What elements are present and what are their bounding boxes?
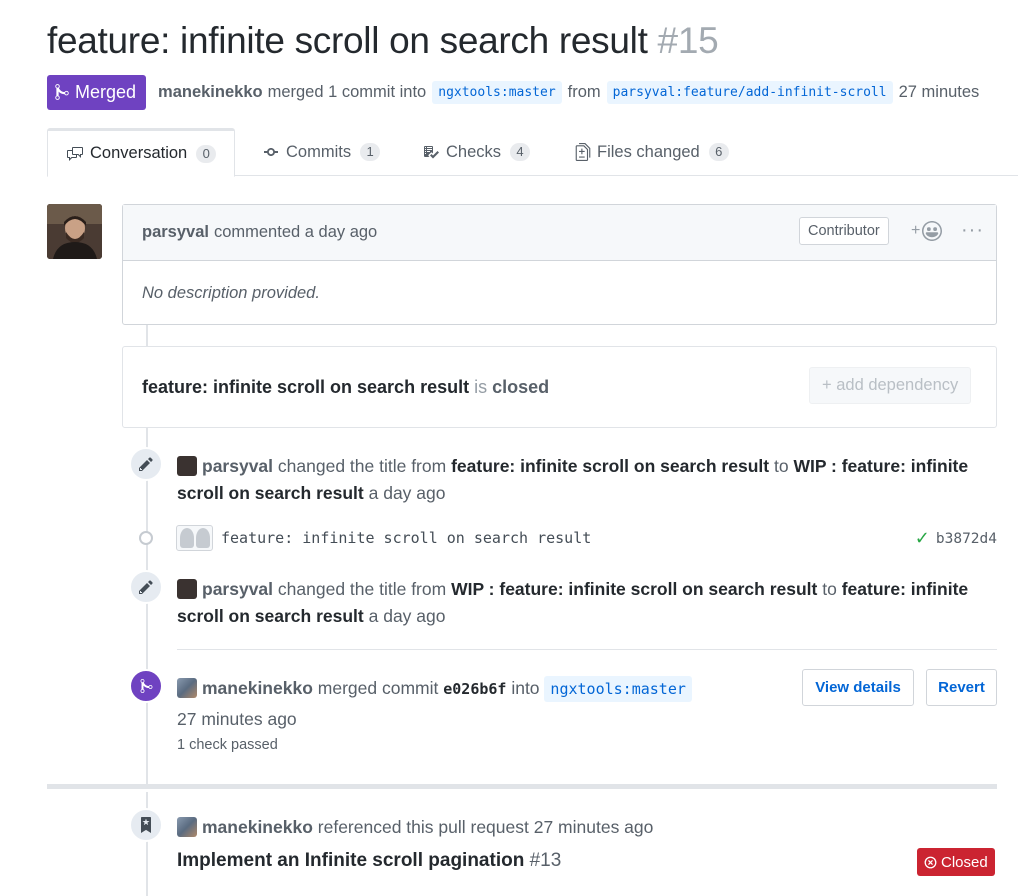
bookmark-icon — [141, 817, 151, 833]
bookmark-badge — [129, 808, 163, 842]
tab-files-count: 6 — [708, 143, 729, 161]
event-action: changed the title from — [277, 579, 447, 599]
event-user-link[interactable]: manekinekko — [202, 678, 313, 698]
merged-text: merged 1 commit into — [267, 82, 427, 101]
event-user-link[interactable]: parsyval — [202, 456, 273, 476]
commit-sha-link[interactable]: b3872d4 — [936, 531, 997, 547]
commit-row: feature: infinite scroll on search resul… — [176, 524, 997, 552]
pencil-icon — [139, 457, 153, 471]
tab-checks-count: 4 — [510, 143, 531, 161]
git-commit-icon — [264, 148, 278, 156]
tab-checks[interactable]: Checks 4 — [422, 128, 531, 176]
event-time: a day ago — [368, 606, 446, 626]
head-ref[interactable]: parsyval:feature/add-infinit-scroll — [606, 80, 893, 104]
pencil-badge — [129, 447, 163, 481]
pencil-icon — [139, 580, 153, 594]
git-merge-icon — [140, 678, 152, 693]
pr-title: feature: infinite scroll on search resul… — [47, 20, 719, 62]
revert-button[interactable]: Revert — [926, 669, 997, 706]
plus-icon: + — [911, 222, 921, 239]
merge-commit-sha-link[interactable]: e026b6f — [443, 680, 506, 698]
checks-passed-link[interactable]: 1 check passed — [177, 737, 278, 753]
tab-checks-label: Checks — [446, 142, 502, 161]
merge-badge — [129, 669, 163, 703]
file-diff-icon — [575, 143, 591, 161]
comment-box: parsyval commented a day ago Contributor… — [122, 204, 997, 325]
avatar[interactable] — [47, 204, 102, 259]
event-action: merged commit — [317, 678, 439, 698]
comment-action: commented a day ago — [213, 223, 378, 241]
closed-state-badge: Closed — [917, 848, 995, 876]
commit-sha-group: ✓ b3872d4 — [915, 528, 997, 549]
commit-author-avatar[interactable] — [176, 525, 213, 551]
merge-time: 27 minutes ago — [177, 709, 297, 729]
reference-event: manekinekko referenced this pull request… — [177, 814, 653, 841]
avatar[interactable] — [177, 579, 197, 599]
avatar[interactable] — [177, 456, 197, 476]
comment-body: No description provided. — [142, 283, 320, 302]
avatar[interactable] — [177, 817, 197, 837]
smiley-icon — [922, 221, 943, 241]
commit-message-link[interactable]: feature: infinite scroll on search resul… — [221, 529, 591, 547]
pr-number: #15 — [657, 20, 719, 61]
merge-base-ref[interactable]: ngxtools:master — [544, 676, 692, 702]
tab-conversation-count: 0 — [196, 144, 217, 163]
checklist-icon — [424, 146, 439, 159]
old-title: feature: infinite scroll on search resul… — [451, 456, 770, 476]
dependency-title: feature: infinite scroll on search resul… — [142, 376, 470, 397]
event-action: changed the title from — [277, 456, 447, 476]
contributor-label: Contributor — [799, 217, 889, 245]
dependency-is: is — [474, 376, 488, 397]
event-user-link[interactable]: parsyval — [202, 579, 273, 599]
to-word: to — [822, 579, 837, 599]
avatar[interactable] — [177, 678, 197, 698]
event-user-link[interactable]: manekinekko — [202, 817, 313, 837]
view-details-button[interactable]: View details — [802, 669, 914, 706]
into-word: into — [511, 678, 540, 698]
comment-header: parsyval commented a day ago Contributor… — [123, 205, 996, 261]
kebab-menu-icon[interactable]: ··· — [961, 219, 984, 242]
avatar-image — [47, 204, 102, 259]
tab-commits-label: Commits — [286, 142, 352, 161]
comment-author-link[interactable]: parsyval — [142, 223, 209, 242]
tab-conversation[interactable]: Conversation 0 — [47, 128, 236, 177]
pencil-badge — [129, 570, 163, 604]
add-dependency-button[interactable]: + add dependency — [809, 367, 972, 404]
issue-number: #13 — [529, 850, 562, 871]
tab-files-label: Files changed — [597, 142, 700, 161]
add-reaction-button[interactable]: + — [911, 221, 943, 241]
tab-commits[interactable]: Commits 1 — [262, 128, 381, 176]
pr-closed-icon — [924, 856, 937, 868]
dependency-box: feature: infinite scroll on search resul… — [122, 346, 997, 428]
tab-conversation-label: Conversation — [90, 144, 188, 162]
divider — [177, 649, 997, 650]
dependency-status: closed — [492, 376, 550, 397]
rename-event-1: parsyval changed the title from feature:… — [177, 453, 997, 507]
issue-title: Implement an Infinite scroll pagination — [177, 850, 525, 871]
pr-tabs: Conversation 0 Commits 1 Checks 4 Files … — [47, 128, 1018, 177]
commit-dot — [139, 531, 153, 545]
pr-author-link[interactable]: manekinekko — [158, 83, 263, 102]
to-word: to — [773, 456, 789, 476]
pr-meta: Merged manekinekko merged 1 commit into … — [47, 74, 979, 110]
referenced-issue-link[interactable]: Implement an Infinite scroll pagination … — [177, 850, 561, 872]
git-merge-icon — [55, 84, 69, 100]
tab-commits-count: 1 — [360, 143, 381, 161]
pr-title-text: feature: infinite scroll on search resul… — [47, 20, 648, 61]
rename-event-2: parsyval changed the title from WIP : fe… — [177, 576, 997, 630]
merge-time: 27 minutes — [898, 82, 980, 101]
from-text: from — [567, 82, 601, 101]
old-title: WIP : feature: infinite scroll on search… — [451, 579, 818, 599]
event-time: a day ago — [368, 483, 446, 503]
merge-event: manekinekko merged commit e026b6f into n… — [177, 675, 777, 703]
tab-files-changed[interactable]: Files changed 6 — [575, 128, 729, 176]
event-action: referenced this pull request 27 minutes … — [317, 817, 654, 837]
closed-label: Closed — [941, 853, 988, 871]
merged-state-badge: Merged — [47, 74, 147, 110]
comment-discussion-icon — [67, 146, 83, 161]
base-ref[interactable]: ngxtools:master — [432, 80, 562, 104]
state-label: Merged — [75, 81, 137, 102]
section-divider — [47, 784, 997, 789]
check-icon[interactable]: ✓ — [915, 528, 930, 549]
